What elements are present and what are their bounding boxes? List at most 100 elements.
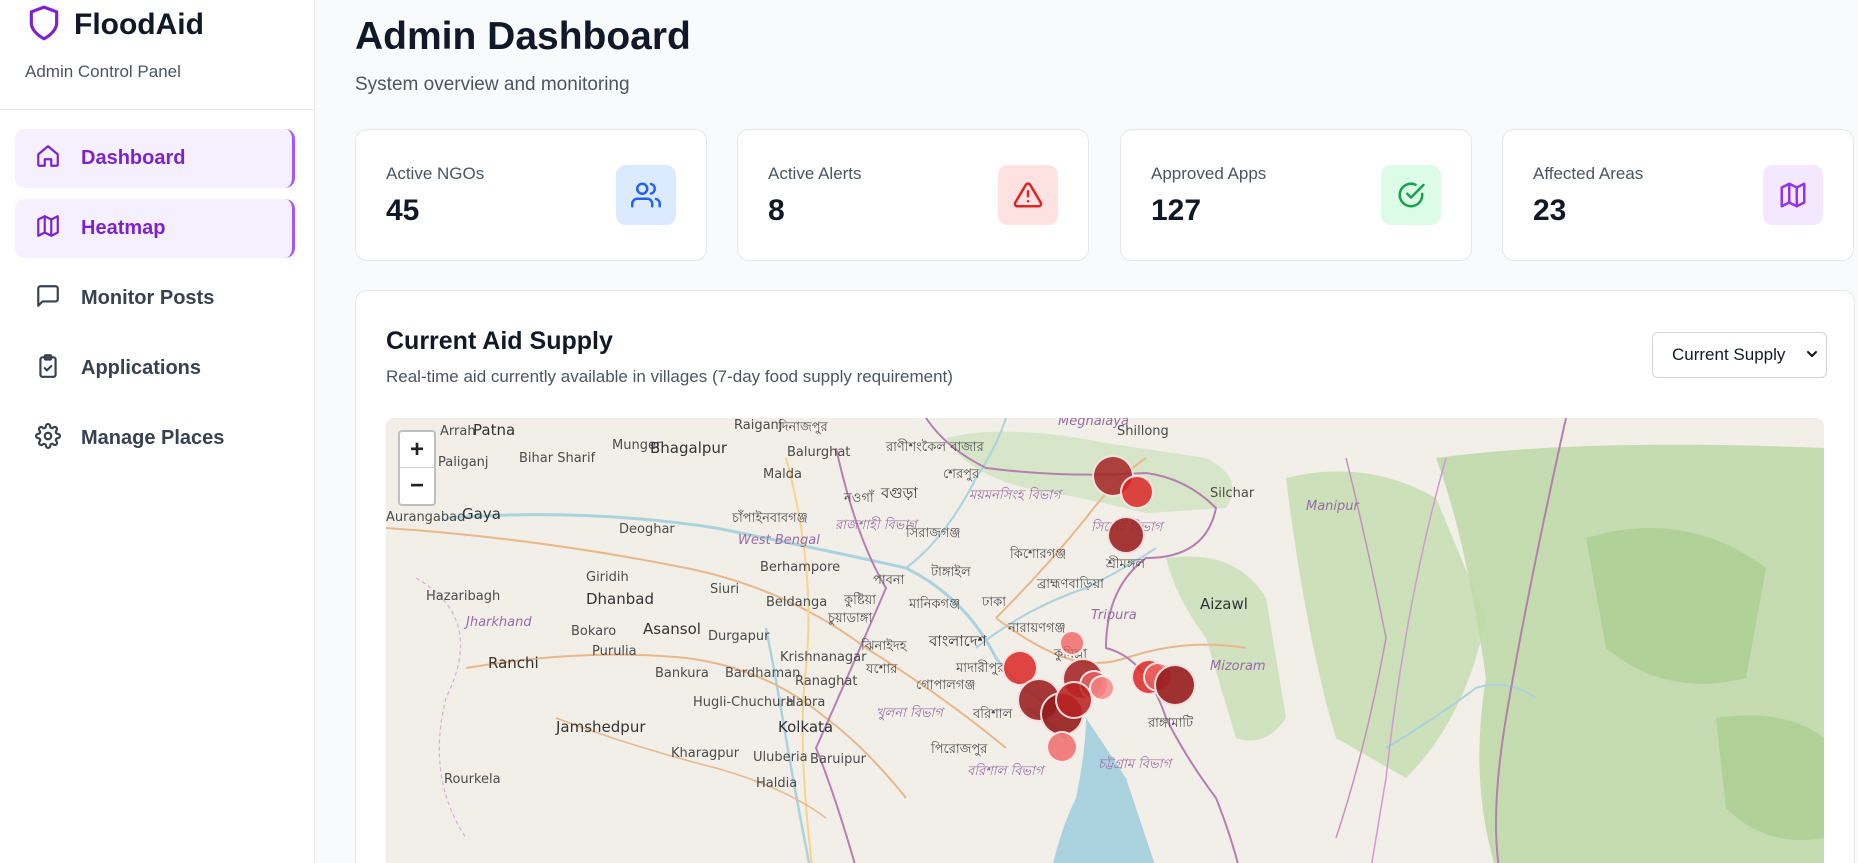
supply-type-select[interactable]: Current Supply	[1652, 332, 1827, 378]
map-label: Patna	[473, 421, 516, 439]
map-label: Bankura	[655, 666, 709, 681]
map-label: Purulia	[592, 644, 637, 659]
map-label: Ranaghat	[795, 674, 858, 689]
page-title: Admin Dashboard	[355, 15, 691, 58]
map-label: মানিকগঞ্জ	[909, 597, 961, 612]
map-label: কিশোরগঞ্জ	[1010, 547, 1067, 562]
map-label: Berhampore	[760, 560, 841, 575]
map-label: বগুড়া	[881, 484, 918, 502]
map-label: Krishnanagar	[780, 650, 867, 665]
map-label: Asansol	[643, 620, 701, 638]
map-label: ঝিনাইদহ	[861, 639, 907, 654]
supply-marker[interactable]	[1154, 664, 1196, 706]
map-label: নারায়ণগঞ্জ	[1008, 621, 1066, 636]
map-label: খুলনা বিভাগ	[876, 706, 943, 721]
map-label: সিরাজগঞ্জ	[906, 526, 961, 541]
map-label: Uluberia	[753, 750, 808, 765]
map-label: Bhagalpur	[650, 439, 728, 457]
map-label: Bokaro	[571, 624, 617, 639]
map-label: Deoghar	[619, 522, 675, 537]
map-label: টাঙ্গাইল	[931, 565, 971, 580]
stat-card-affected-areas: Affected Areas 23	[1502, 129, 1854, 261]
gear-icon	[35, 422, 81, 455]
map-label: Raiganj	[734, 418, 783, 433]
map-label: রাঙ্গামাটি	[1148, 716, 1194, 731]
map-label: Giridih	[586, 570, 629, 585]
map-label: Mizoram	[1210, 659, 1266, 674]
map-label: রাজশাহী বিভাগ	[835, 518, 917, 533]
sidebar-item-applications[interactable]: Applications	[15, 339, 295, 398]
stat-card-active-ngos: Active NGOs 45	[355, 129, 707, 261]
map-label: Kolkata	[778, 718, 834, 736]
map-label: গোপালগঞ্জ	[916, 678, 976, 693]
supply-marker[interactable]	[1107, 516, 1145, 554]
map-view[interactable]: Patna Raiganj দিনাজপুর Meghalaya Shillon…	[386, 418, 1824, 863]
map-label: Hazaribagh	[426, 589, 501, 604]
sidebar-item-dashboard[interactable]: Dashboard	[15, 129, 295, 188]
page-subtitle: System overview and monitoring	[355, 74, 630, 95]
map-label: বরিশাল	[973, 707, 1013, 722]
map-label: Ranchi	[488, 654, 539, 672]
map-label: Bardhaman	[725, 666, 801, 681]
zoom-in-button[interactable]: +	[400, 432, 434, 468]
brand-name: FloodAid	[74, 8, 204, 41]
map-label: চাঁপাইনবাবগঞ্জ	[732, 511, 808, 526]
map-label: Shillong	[1117, 424, 1169, 439]
panel-title: Current Aid Supply	[386, 327, 613, 355]
sidebar-item-label: Dashboard	[81, 147, 186, 169]
map-label: চট্টগ্রাম বিভাগ	[1098, 757, 1172, 772]
map-label: পিরোজপুর	[931, 742, 988, 757]
map-label: পাবনা	[873, 573, 905, 588]
map-icon	[35, 213, 81, 245]
sidebar-item-heatmap[interactable]: Heatmap	[15, 199, 295, 258]
supply-marker[interactable]	[1120, 475, 1154, 509]
sidebar-item-label: Applications	[81, 357, 202, 379]
stat-card-active-alerts: Active Alerts 8	[737, 129, 1089, 261]
sidebar-item-manage-places[interactable]: Manage Places	[15, 409, 295, 468]
map-label: Jamshedpur	[556, 718, 646, 736]
map-label: Gaya	[462, 505, 501, 523]
home-icon	[35, 143, 81, 175]
sidebar-item-label: Monitor Posts	[81, 287, 215, 309]
chevron-down-icon	[1807, 351, 1817, 357]
select-value: Current Supply	[1672, 345, 1786, 364]
map-label: Paliganj	[438, 455, 489, 470]
sidebar-item-label: Heatmap	[81, 217, 166, 239]
sidebar-item-monitor-posts[interactable]: Monitor Posts	[15, 269, 295, 328]
map-label: চুয়াডাঙ্গা	[828, 611, 873, 626]
map-label: শ্রীমঙ্গল	[1106, 557, 1146, 572]
supply-marker[interactable]	[1059, 630, 1085, 656]
map-label: Kharagpur	[671, 746, 740, 761]
users-icon	[616, 165, 676, 225]
map-label: Siuri	[710, 582, 740, 597]
stat-label: Active Alerts	[768, 164, 862, 183]
zoom-out-button[interactable]: −	[400, 468, 434, 504]
stat-value: 127	[1151, 194, 1202, 227]
map-icon	[1763, 165, 1823, 225]
stat-label: Active NGOs	[386, 164, 485, 183]
supply-marker[interactable]	[1055, 681, 1093, 719]
map-label: Aurangabad	[386, 510, 466, 525]
map-label: West Bengal	[738, 533, 820, 548]
aid-supply-panel: Current Aid Supply Real-time aid current…	[355, 290, 1855, 863]
map-label: রাণীশংকৈল বাজার	[886, 440, 984, 455]
brand: FloodAid Admin Control Panel	[0, 0, 314, 110]
map-label: ঢাকা	[982, 595, 1006, 610]
supply-marker[interactable]	[1046, 731, 1078, 763]
map-label: Rourkela	[444, 772, 501, 787]
main-content: Admin Dashboard System overview and moni…	[355, 0, 1858, 863]
map-label: Malda	[763, 467, 803, 482]
check-circle-icon	[1381, 165, 1441, 225]
map-label: Bihar Sharif	[519, 451, 596, 466]
map-label: ব্রাহ্মণবাড়িয়া	[1037, 577, 1104, 592]
map-label: Manipur	[1306, 499, 1359, 514]
map-label: Hugli-Chuchura	[693, 695, 794, 710]
stat-label: Affected Areas	[1533, 164, 1644, 183]
map-label: Haldia	[756, 776, 798, 791]
map-label: Baruipur	[810, 752, 866, 767]
clipboard-check-icon	[35, 353, 81, 385]
sidebar: FloodAid Admin Control Panel Dashboard H…	[0, 0, 315, 863]
alert-triangle-icon	[998, 165, 1058, 225]
map-label: বাংলাদেশ	[929, 632, 987, 650]
map-label: Tripura	[1091, 608, 1137, 623]
